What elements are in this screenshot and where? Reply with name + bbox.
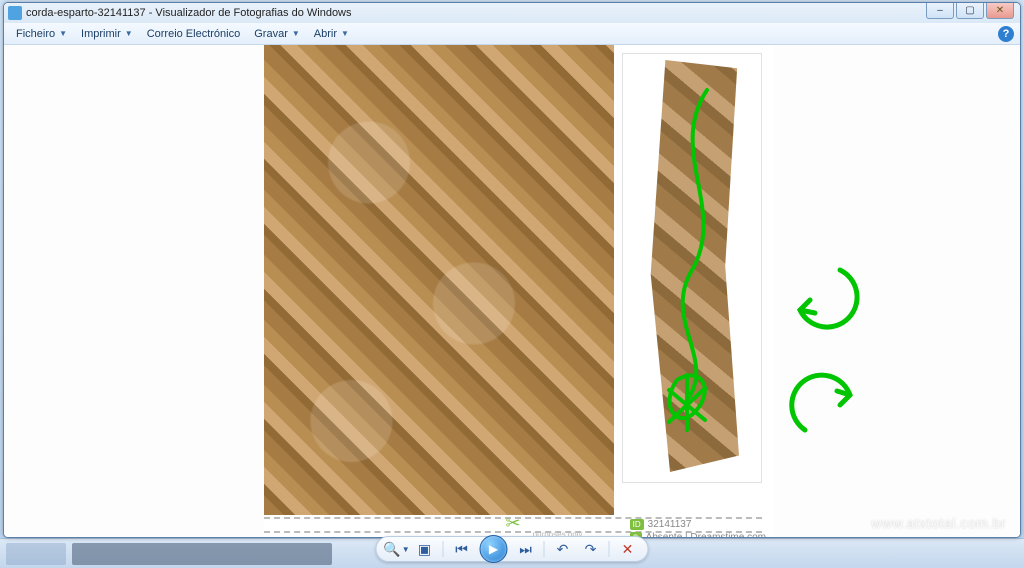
id-badge: ID: [630, 519, 644, 530]
image-id: 32141137: [648, 519, 692, 530]
taskbar-item[interactable]: [72, 543, 332, 565]
site-watermark: www.atxtotal.com.br: [871, 515, 1006, 531]
green-circles-annotation: [780, 255, 870, 458]
menu-email-label: Correio Electrónico: [147, 28, 241, 40]
menu-email[interactable]: Correio Electrónico: [141, 26, 247, 42]
zoom-button[interactable]: 🔍▼: [387, 539, 407, 559]
chevron-down-icon: ▼: [59, 29, 67, 38]
delete-button[interactable]: ✕: [618, 539, 638, 559]
rope-strand-panel: [622, 53, 762, 483]
image-metadata: ID 32141137 © Absente | Dreamstime.com: [630, 519, 766, 537]
scissors-icon: ✂: [505, 513, 520, 534]
menu-print-label: Imprimir: [81, 28, 121, 40]
maximize-icon: ▢: [965, 5, 974, 16]
image-credit: Absente | Dreamstime.com: [646, 532, 766, 537]
displayed-image: ✂ ID 32141137 © Absente | Dreamstime.com…: [264, 45, 774, 537]
window-controls: – ▢ ✕: [926, 3, 1014, 19]
chevron-down-icon: ▼: [292, 29, 300, 38]
separator: [443, 541, 444, 557]
app-icon: [8, 6, 22, 20]
minimize-icon: –: [937, 5, 943, 16]
next-button[interactable]: ⏭: [516, 539, 536, 559]
green-annotation-overlay: [647, 60, 739, 472]
window-title: corda-esparto-32141137 - Visualizador de…: [26, 7, 352, 19]
separator: [609, 541, 610, 557]
chevron-down-icon: ▼: [402, 545, 410, 554]
minimize-button[interactable]: –: [926, 3, 954, 19]
chevron-down-icon: ▼: [341, 29, 349, 38]
play-slideshow-button[interactable]: ▶: [480, 535, 508, 563]
menubar: Ficheiro ▼ Imprimir ▼ Correio Electrónic…: [4, 23, 1020, 45]
menu-print[interactable]: Imprimir ▼: [75, 26, 139, 42]
rotate-ccw-button[interactable]: ↶: [553, 539, 573, 559]
viewer-toolbar: 🔍▼ ▣ ⏮ ▶ ⏭ ↶ ↷ ✕: [376, 536, 649, 562]
rotate-cw-button[interactable]: ↷: [581, 539, 601, 559]
rope-photo: [264, 45, 614, 515]
prev-button[interactable]: ⏮: [452, 539, 472, 559]
menu-file[interactable]: Ficheiro ▼: [10, 26, 73, 42]
app-window: corda-esparto-32141137 - Visualizador de…: [3, 2, 1021, 538]
image-viewport: ✂ ID 32141137 © Absente | Dreamstime.com…: [4, 45, 1020, 537]
menu-file-label: Ficheiro: [16, 28, 55, 40]
taskbar-item[interactable]: [6, 543, 66, 565]
menu-burn[interactable]: Gravar ▼: [248, 26, 306, 42]
close-icon: ✕: [996, 5, 1004, 16]
help-button[interactable]: ?: [998, 26, 1014, 42]
fit-button[interactable]: ▣: [415, 539, 435, 559]
menu-open[interactable]: Abrir ▼: [308, 26, 355, 42]
titlebar[interactable]: corda-esparto-32141137 - Visualizador de…: [4, 3, 1020, 23]
menu-burn-label: Gravar: [254, 28, 288, 40]
separator: [544, 541, 545, 557]
chevron-down-icon: ▼: [125, 29, 133, 38]
maximize-button[interactable]: ▢: [956, 3, 984, 19]
menu-open-label: Abrir: [314, 28, 337, 40]
close-button[interactable]: ✕: [986, 3, 1014, 19]
